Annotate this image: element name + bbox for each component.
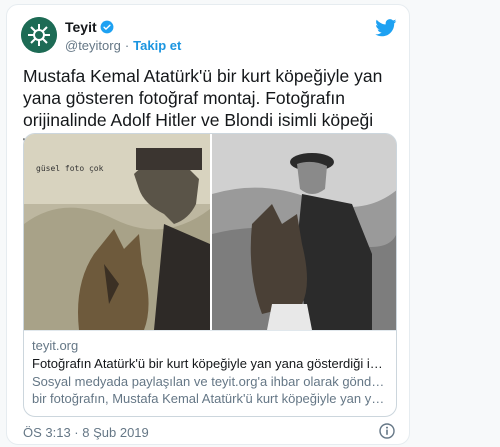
user-name[interactable]: Teyit [65, 19, 97, 35]
twitter-bird-icon[interactable] [375, 19, 397, 37]
card-title[interactable]: Fotoğrafın Atatürk'ü bir kurt köpeğiyle … [32, 355, 390, 373]
separator-dot: · [124, 38, 130, 53]
tweet-card[interactable]: Teyit @teyitorg · Takip et Mustafa Kemal… [6, 4, 410, 445]
link-card[interactable]: güsel foto çok teyit.org Fotoğrafın Atat… [23, 133, 397, 417]
card-description: Sosyal medyada paylaşılan ve teyit.org'a… [32, 373, 390, 407]
card-desc-line-2: bir fotoğrafın, Mustafa Kemal Atatürk'ü … [32, 391, 390, 406]
tweet-footer: ÖS 3:13 · 8 Şub 2019 [23, 423, 395, 441]
card-images[interactable]: güsel foto çok [24, 134, 396, 330]
card-desc-line-1: Sosyal medyada paylaşılan ve teyit.org'a… [32, 374, 390, 389]
follow-button[interactable]: Takip et [133, 38, 181, 53]
user-handle[interactable]: @teyitorg [65, 38, 121, 53]
tweet-header: Teyit @teyitorg · Takip et [19, 13, 397, 55]
card-domain: teyit.org [32, 338, 79, 353]
verified-badge-icon [100, 20, 114, 34]
photo-montage[interactable]: güsel foto çok [24, 134, 210, 330]
photo-original[interactable] [212, 134, 396, 330]
info-icon[interactable] [379, 423, 395, 439]
avatar[interactable] [21, 17, 57, 53]
tweet-timestamp[interactable]: ÖS 3:13 · 8 Şub 2019 [23, 425, 149, 440]
card-body[interactable]: teyit.org Fotoğrafın Atatürk'ü bir kurt … [24, 330, 396, 416]
photo-caption: güsel foto çok [36, 164, 104, 173]
